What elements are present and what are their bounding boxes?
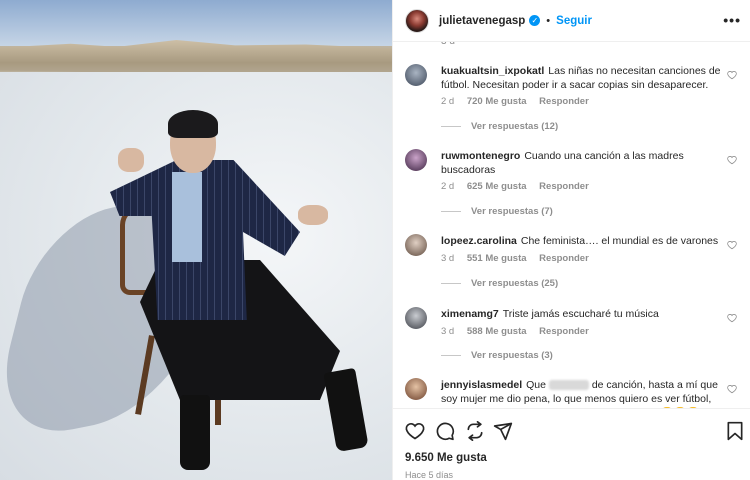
comment-username[interactable]: kuakualtsin_ixpokatl <box>441 65 544 77</box>
view-replies-button[interactable]: Ver respuestas (25) <box>441 278 558 289</box>
previous-comment-meta: 3 d <box>441 42 455 47</box>
send-icon[interactable] <box>493 421 513 441</box>
comment-username[interactable]: ruwmontenegro <box>441 150 520 162</box>
comment-username[interactable]: jennyislasmedel <box>441 379 522 391</box>
redacted-text <box>548 380 589 391</box>
follow-button[interactable]: Seguir <box>556 15 592 27</box>
reply-button[interactable]: Responder <box>539 253 589 264</box>
avatar[interactable] <box>405 8 429 33</box>
comment-icon[interactable] <box>435 421 455 441</box>
comment-age: 2 d <box>441 181 455 192</box>
replies-line <box>441 211 461 212</box>
post-likes-count[interactable]: 9.650 Me gusta <box>405 452 487 464</box>
comment-avatar[interactable] <box>405 64 427 86</box>
replies-line <box>441 283 461 284</box>
post-actions: 9.650 Me gusta Hace 5 días <box>393 408 750 480</box>
photo-figure-hair <box>168 110 218 138</box>
comment-avatar[interactable] <box>405 234 427 256</box>
comment-avatar[interactable] <box>405 378 427 400</box>
reply-button[interactable]: Responder <box>539 96 589 107</box>
view-replies-label: Ver respuestas (25) <box>471 278 559 289</box>
heart-icon[interactable] <box>727 313 737 323</box>
heart-icon[interactable] <box>727 70 737 80</box>
view-replies-button[interactable]: Ver respuestas (12) <box>441 121 558 132</box>
view-replies-button[interactable]: Ver respuestas (7) <box>441 206 553 217</box>
reply-button[interactable]: Responder <box>539 181 589 192</box>
comment-likes[interactable]: 588 Me gusta <box>467 326 527 337</box>
comment-meta: 2 d 720 Me gusta Responder <box>441 96 599 107</box>
comment-avatar[interactable] <box>405 307 427 329</box>
photo-sky <box>0 0 392 46</box>
replies-line <box>441 126 461 127</box>
comment-username[interactable]: ximenamg7 <box>441 308 499 320</box>
comment-text: Triste jamás escucharé tu música <box>502 308 659 320</box>
separator-dot: • <box>546 14 551 27</box>
comment-body: lopeez.carolina Che feminista…. el mundia… <box>441 234 721 248</box>
bookmark-icon[interactable] <box>725 421 745 441</box>
view-replies-button[interactable]: Ver respuestas (3) <box>441 350 553 361</box>
post-timestamp: Hace 5 días <box>405 470 454 480</box>
comment-body: ximenamg7 Triste jamás escucharé tu músic… <box>441 307 721 321</box>
more-options-icon[interactable]: ••• <box>723 12 741 28</box>
comment-age: 3 d <box>441 253 455 264</box>
photo-figure-shirt <box>172 172 202 262</box>
comment-likes[interactable]: 551 Me gusta <box>467 253 527 264</box>
comment-likes[interactable]: 720 Me gusta <box>467 96 527 107</box>
view-replies-label: Ver respuestas (7) <box>471 206 553 217</box>
reply-button[interactable]: Responder <box>539 326 589 337</box>
heart-icon[interactable] <box>727 155 737 165</box>
post-header: julietavenegasp ✓ • Seguir ••• <box>393 0 750 42</box>
comment-avatar[interactable] <box>405 149 427 171</box>
heart-icon[interactable] <box>727 384 737 394</box>
comment-likes[interactable]: 625 Me gusta <box>467 181 527 192</box>
comment-text-start: Que <box>526 379 546 391</box>
comment-age: 2 d <box>441 96 455 107</box>
post-photo[interactable] <box>0 0 392 480</box>
comment-text: Che feminista…. el mundial es de varones <box>520 235 719 247</box>
photo-figure-boot <box>180 395 210 470</box>
view-replies-label: Ver respuestas (3) <box>471 350 553 361</box>
comment-meta: 3 d 551 Me gusta Responder <box>441 253 599 264</box>
heart-icon[interactable] <box>405 421 425 441</box>
post-username[interactable]: julietavenegasp <box>439 15 525 27</box>
comment-username[interactable]: lopeez.carolina <box>441 235 517 247</box>
photo-figure-hand <box>118 148 144 172</box>
share-icon[interactable] <box>465 421 485 441</box>
heart-icon[interactable] <box>727 240 737 250</box>
comment-meta: 3 d 588 Me gusta Responder <box>441 326 599 337</box>
comment-age: 3 d <box>441 326 455 337</box>
photo-figure-hand <box>298 205 328 225</box>
comment-meta: 2 d 625 Me gusta Responder <box>441 181 599 192</box>
comment-body: jennyislasmedel Que de canción, hasta a m… <box>441 378 721 408</box>
comment-body: ruwmontenegro Cuando una canción a las ma… <box>441 149 721 177</box>
verified-badge-icon: ✓ <box>529 15 541 26</box>
replies-line <box>441 355 461 356</box>
comment-body: kuakualtsin_ixpokatl Las niñas no necesit… <box>441 64 721 92</box>
post-panel: julietavenegasp ✓ • Seguir ••• 3 d kuaku… <box>392 0 750 480</box>
comments-list[interactable]: 3 d kuakualtsin_ixpokatlLas niñas no nec… <box>393 42 750 408</box>
view-replies-label: Ver respuestas (12) <box>471 121 559 132</box>
